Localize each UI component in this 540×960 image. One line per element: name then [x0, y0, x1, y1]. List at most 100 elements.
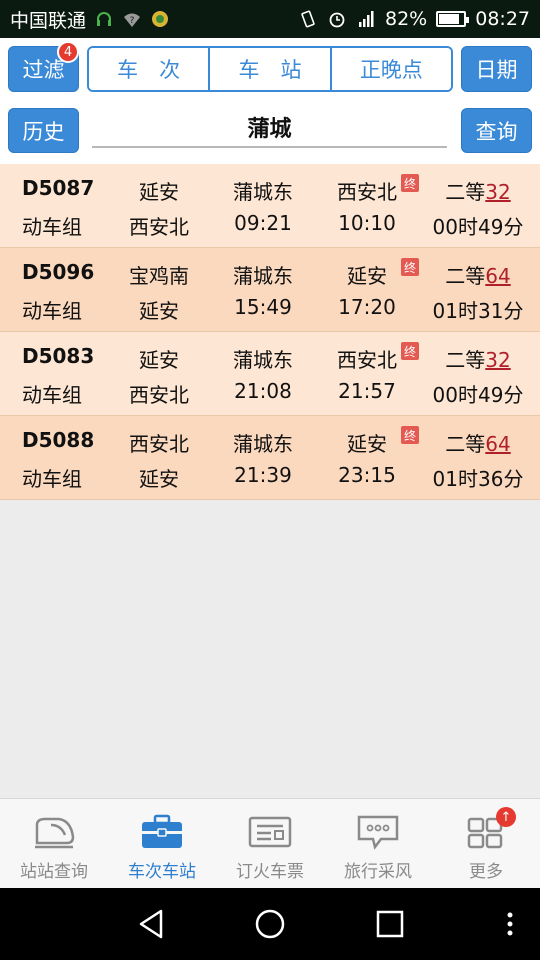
destination-station: 西安北 — [129, 215, 189, 239]
train-number: D5087 — [22, 176, 95, 200]
vibrate-icon — [301, 10, 315, 28]
train-number: D5083 — [22, 344, 95, 368]
train-row[interactable]: D5096 动车组 宝鸡南 延安 蒲城东 15:49 延安 终 17:20 二等… — [0, 248, 540, 332]
origin-station: 延安 — [139, 348, 179, 372]
signal-icon — [359, 11, 374, 27]
destination-station: 延安 — [139, 467, 179, 491]
train-type: 动车组 — [22, 299, 82, 323]
query-station: 蒲城东 — [233, 264, 293, 288]
tab-label: 车次车站 — [128, 862, 196, 882]
train-row[interactable]: D5088 动车组 西安北 延安 蒲城东 21:39 延安 终 23:15 二等… — [0, 416, 540, 500]
history-button[interactable]: 历史 — [8, 108, 79, 153]
tab-station-to-station[interactable]: 站站查询 — [0, 799, 108, 888]
train-list: D5087 动车组 延安 西安北 蒲城东 09:21 西安北 终 10:10 二… — [0, 164, 540, 500]
filter-badge: 4 — [57, 41, 79, 63]
tab-book-ticket[interactable]: 订火车票 — [216, 799, 324, 888]
status-bar: 中国联通 ? 82% 08:27 — [0, 0, 540, 38]
query-station: 蒲城东 — [233, 348, 293, 372]
departure-time: 09:21 — [234, 211, 292, 235]
ticket-icon — [248, 816, 292, 848]
terminal-tag: 终 — [401, 342, 419, 360]
tab-station[interactable]: 车 站 — [208, 48, 330, 90]
station-input[interactable]: 蒲城 — [92, 108, 447, 148]
wifi-question-icon: ? — [124, 13, 141, 27]
seat-availability: 二等64 — [424, 260, 532, 289]
terminal-tag: 终 — [401, 174, 419, 192]
duration: 00时49分 — [432, 215, 524, 239]
terminal-tag: 终 — [401, 426, 419, 444]
bottom-tab-bar: 站站查询 车次车站 订火车票 旅行采风 ↑ 更多 — [0, 798, 540, 888]
header: 过滤 4 车 次 车 站 正晚点 日期 历史 蒲城 查询 — [0, 38, 540, 164]
query-label: 查询 — [475, 119, 518, 144]
train-icon — [35, 817, 75, 849]
headset-icon — [97, 12, 112, 26]
departure-time: 21:39 — [234, 463, 292, 487]
origin-station: 西安北 — [129, 432, 189, 456]
tab-train-station[interactable]: 车次车站 — [108, 799, 216, 888]
seat-class: 二等 — [445, 264, 486, 288]
duration: 01时36分 — [432, 467, 524, 491]
tab-station-label: 车 站 — [238, 58, 302, 82]
home-icon[interactable] — [254, 908, 286, 940]
mode-segmented-control: 车 次 车 站 正晚点 — [87, 46, 453, 92]
tab-travel-notes[interactable]: 旅行采风 — [324, 799, 432, 888]
svg-text:?: ? — [130, 16, 135, 26]
tab-more[interactable]: ↑ 更多 — [432, 799, 540, 888]
arrival-time: 21:57 — [338, 379, 396, 403]
briefcase-icon — [142, 814, 182, 848]
arrival-time: 17:20 — [338, 295, 396, 319]
update-badge-icon: ↑ — [496, 807, 516, 827]
train-type: 动车组 — [22, 467, 82, 491]
train-number: D5088 — [22, 428, 95, 452]
seat-availability: 二等64 — [424, 428, 532, 457]
query-station: 蒲城东 — [233, 180, 293, 204]
terminal-tag: 终 — [401, 258, 419, 276]
battery-percent: 82% — [385, 8, 428, 30]
tab-label: 站站查询 — [20, 862, 88, 882]
tab-train-number-label: 车 次 — [117, 58, 181, 82]
carrier-label: 中国联通 — [10, 9, 87, 32]
seat-availability: 二等32 — [424, 176, 532, 205]
clock: 08:27 — [475, 8, 530, 30]
destination-station: 西安北 — [129, 383, 189, 407]
recents-icon[interactable] — [375, 909, 405, 939]
tab-on-time-label: 正晚点 — [359, 58, 423, 82]
query-station: 蒲城东 — [233, 432, 293, 456]
date-button[interactable]: 日期 — [461, 46, 532, 92]
arrival-time: 23:15 — [338, 463, 396, 487]
train-row[interactable]: D5087 动车组 延安 西安北 蒲城东 09:21 西安北 终 10:10 二… — [0, 164, 540, 248]
back-icon[interactable] — [136, 908, 166, 940]
history-label: 历史 — [22, 119, 65, 144]
tab-label: 订火车票 — [236, 862, 304, 882]
duration: 01时31分 — [432, 299, 524, 323]
origin-station: 延安 — [139, 180, 179, 204]
seat-class: 二等 — [445, 180, 486, 204]
destination-station: 延安 — [139, 299, 179, 323]
duration: 00时49分 — [432, 383, 524, 407]
seat-count-link[interactable]: 32 — [485, 348, 510, 372]
origin-station: 宝鸡南 — [129, 264, 189, 288]
query-button[interactable]: 查询 — [461, 108, 532, 153]
app-notification-icon — [152, 11, 169, 27]
tab-on-time[interactable]: 正晚点 — [329, 48, 451, 90]
menu-dots-icon[interactable] — [505, 910, 515, 938]
system-nav-bar — [0, 888, 540, 960]
departure-time: 15:49 — [234, 295, 292, 319]
seat-count-link[interactable]: 32 — [485, 180, 510, 204]
departure-time: 21:08 — [234, 379, 292, 403]
tab-label: 旅行采风 — [344, 862, 412, 882]
train-type: 动车组 — [22, 383, 82, 407]
seat-count-link[interactable]: 64 — [485, 264, 510, 288]
train-row[interactable]: D5083 动车组 延安 西安北 蒲城东 21:08 西安北 终 21:57 二… — [0, 332, 540, 416]
seat-class: 二等 — [445, 348, 486, 372]
tab-label: 更多 — [469, 862, 503, 882]
arrival-time: 10:10 — [338, 211, 396, 235]
date-label: 日期 — [475, 58, 518, 82]
seat-availability: 二等32 — [424, 344, 532, 373]
battery-icon — [436, 11, 470, 27]
seat-class: 二等 — [445, 432, 486, 456]
train-number: D5096 — [22, 260, 95, 284]
seat-count-link[interactable]: 64 — [485, 432, 510, 456]
tab-train-number[interactable]: 车 次 — [89, 48, 209, 90]
chat-bubble-icon — [357, 815, 399, 850]
